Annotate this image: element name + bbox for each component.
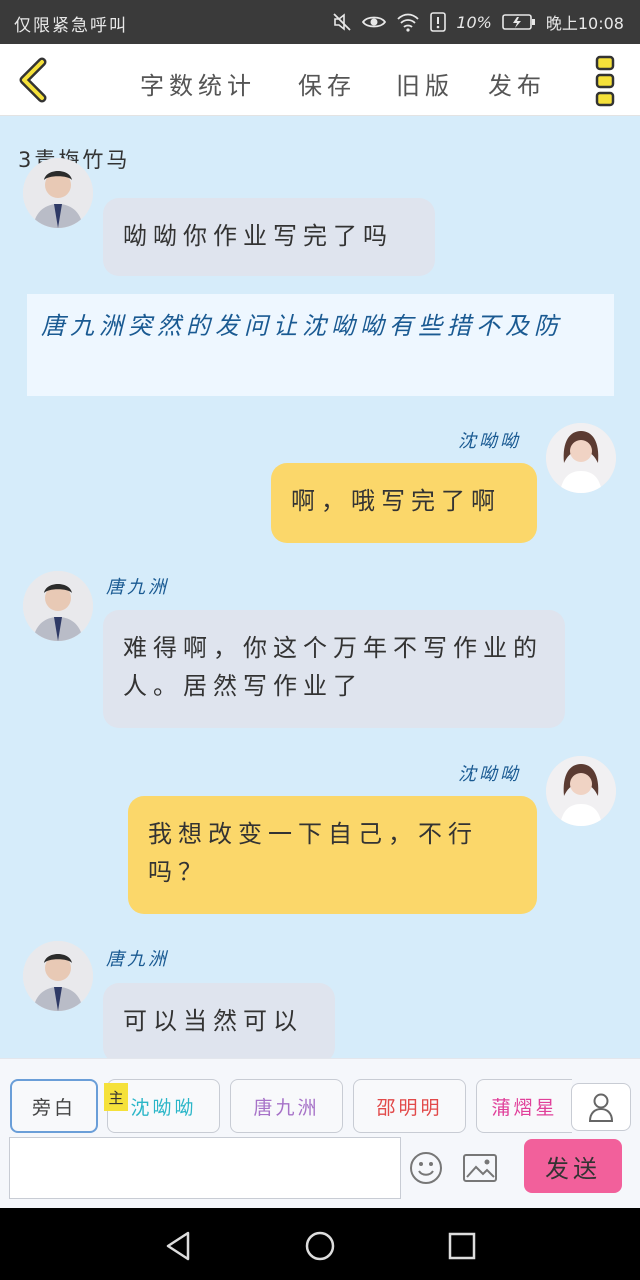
avatar-tang[interactable]: [23, 158, 93, 228]
alert-icon: [430, 12, 447, 32]
status-bar: 仅限紧急呼叫 10% 晚上10:08: [0, 0, 640, 44]
person-icon: [588, 1093, 614, 1122]
avatar-tang[interactable]: [23, 571, 93, 641]
square-recents-icon: [448, 1232, 476, 1260]
message-input[interactable]: [9, 1137, 401, 1199]
character-tab-shao[interactable]: 邵明明: [353, 1079, 466, 1133]
status-carrier-text: 仅限紧急呼叫: [14, 16, 128, 36]
narration-text[interactable]: 唐九洲突然的发问让沈呦呦有些措不及防: [27, 294, 614, 396]
emoji-icon: [410, 1152, 442, 1184]
nav-recents-button[interactable]: [446, 1230, 478, 1262]
avatar-shen[interactable]: [546, 423, 616, 493]
speaker-name: 沈呦呦: [458, 431, 521, 452]
compose-panel: 旁白 沈呦呦 主 唐九洲 邵明明 蒲熠星 发送: [0, 1058, 640, 1208]
message-bubble[interactable]: 我想改变一下自己，不行吗？: [128, 796, 537, 914]
add-character-button[interactable]: [571, 1083, 631, 1131]
message-bubble[interactable]: 难得啊，你这个万年不写作业的人。居然写作业了: [103, 610, 565, 728]
battery-icon: [502, 13, 536, 31]
message-bubble[interactable]: 啊，哦写完了啊: [271, 463, 537, 543]
more-button[interactable]: [593, 54, 617, 108]
eye-icon: [362, 13, 387, 31]
system-nav-bar: [0, 1208, 640, 1280]
emoji-button[interactable]: [409, 1151, 443, 1185]
message-bubble[interactable]: 呦呦你作业写完了吗: [103, 198, 435, 276]
circle-home-icon: [305, 1231, 335, 1261]
save-button[interactable]: 保存: [298, 66, 356, 101]
clock: 晚上10:08: [545, 14, 624, 33]
avatar-tang[interactable]: [23, 941, 93, 1011]
more-icon: [595, 55, 615, 107]
old-version-button[interactable]: 旧版: [396, 66, 454, 101]
character-tab-tang[interactable]: 唐九洲: [230, 1079, 343, 1133]
narration-tab[interactable]: 旁白: [10, 1079, 98, 1133]
status-icons: 10% 晚上10:08: [332, 10, 624, 34]
triangle-back-icon: [166, 1231, 190, 1261]
character-tab-pu[interactable]: 蒲熠星: [476, 1079, 572, 1133]
word-count-button[interactable]: 字数统计: [140, 66, 256, 101]
mute-icon: [332, 12, 352, 32]
back-chevron-icon: [19, 57, 47, 103]
speaker-name: 唐九洲: [106, 949, 169, 970]
battery-percent: 10%: [456, 12, 492, 32]
image-button[interactable]: [462, 1153, 498, 1183]
publish-button[interactable]: 发布: [488, 66, 546, 101]
editor-toolbar: 字数统计 保存 旧版 发布: [0, 44, 640, 116]
nav-home-button[interactable]: [304, 1230, 336, 1262]
send-button[interactable]: 发送: [524, 1139, 622, 1193]
image-icon: [463, 1154, 497, 1182]
main-character-badge: 主: [104, 1083, 128, 1111]
speaker-name: 唐九洲: [106, 577, 169, 598]
wifi-icon: [396, 12, 420, 32]
avatar-shen[interactable]: [546, 756, 616, 826]
message-bubble[interactable]: 可以当然可以: [103, 983, 335, 1063]
speaker-name: 沈呦呦: [458, 764, 521, 785]
back-button[interactable]: [14, 56, 54, 104]
nav-back-button[interactable]: [162, 1230, 194, 1262]
